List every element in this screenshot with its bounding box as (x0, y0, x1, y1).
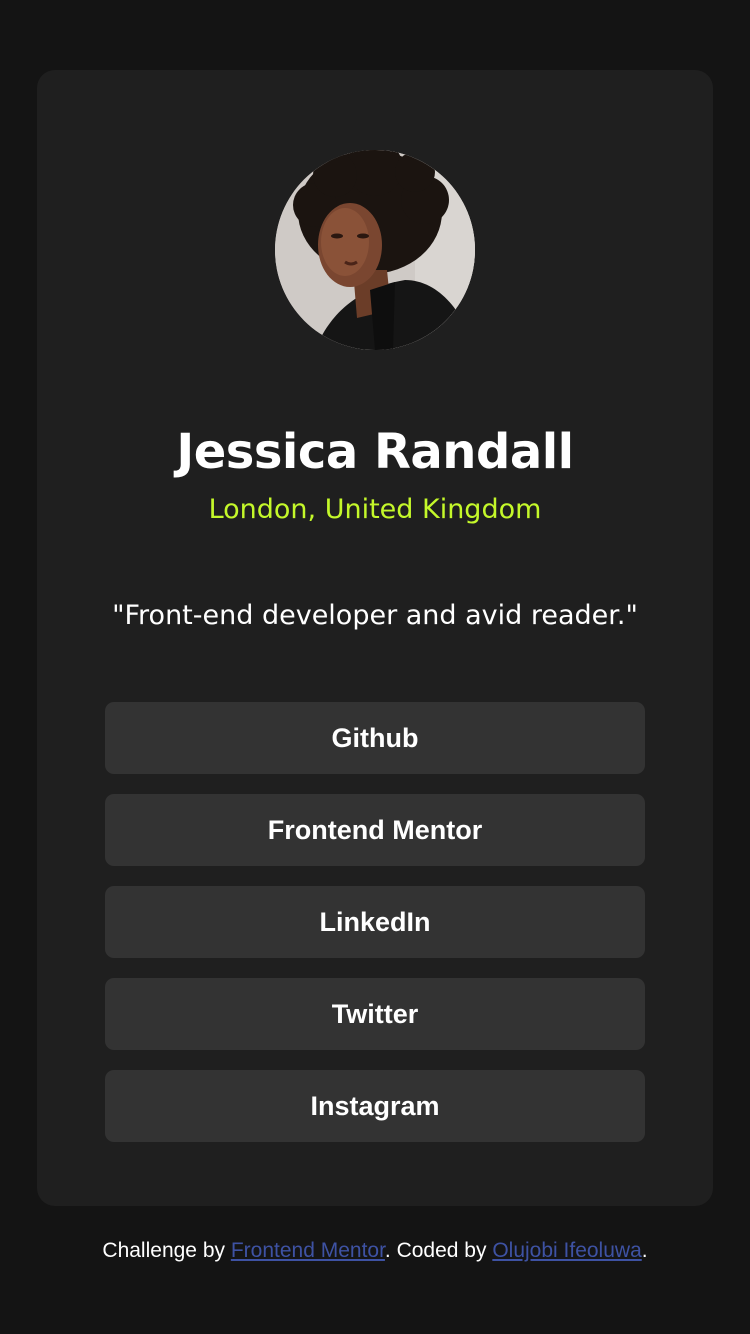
profile-bio: "Front-end developer and avid reader." (112, 600, 638, 631)
twitter-link-button[interactable]: Twitter (105, 978, 645, 1050)
footer-middle: . Coded by (384, 1239, 493, 1262)
attribution-footer: Challenge by Frontend Mentor. Coded by O… (0, 1236, 750, 1266)
profile-name: Jessica Randall (176, 424, 574, 480)
social-links: Github Frontend Mentor LinkedIn Twitter … (105, 702, 645, 1162)
profile-card: Jessica Randall London, United Kingdom "… (37, 70, 713, 1206)
footer-prefix: Challenge by (102, 1239, 231, 1262)
github-link-button[interactable]: Github (105, 702, 645, 774)
footer-suffix: . (641, 1239, 648, 1262)
challenge-link[interactable]: Frontend Mentor (231, 1239, 385, 1262)
linkedin-link-button[interactable]: LinkedIn (105, 886, 645, 958)
frontend-mentor-link-button[interactable]: Frontend Mentor (105, 794, 645, 866)
avatar (275, 150, 475, 350)
profile-photo-icon (275, 150, 475, 350)
profile-location: London, United Kingdom (208, 494, 542, 525)
instagram-link-button[interactable]: Instagram (105, 1070, 645, 1142)
author-link[interactable]: Olujobi Ifeoluwa (492, 1239, 641, 1262)
